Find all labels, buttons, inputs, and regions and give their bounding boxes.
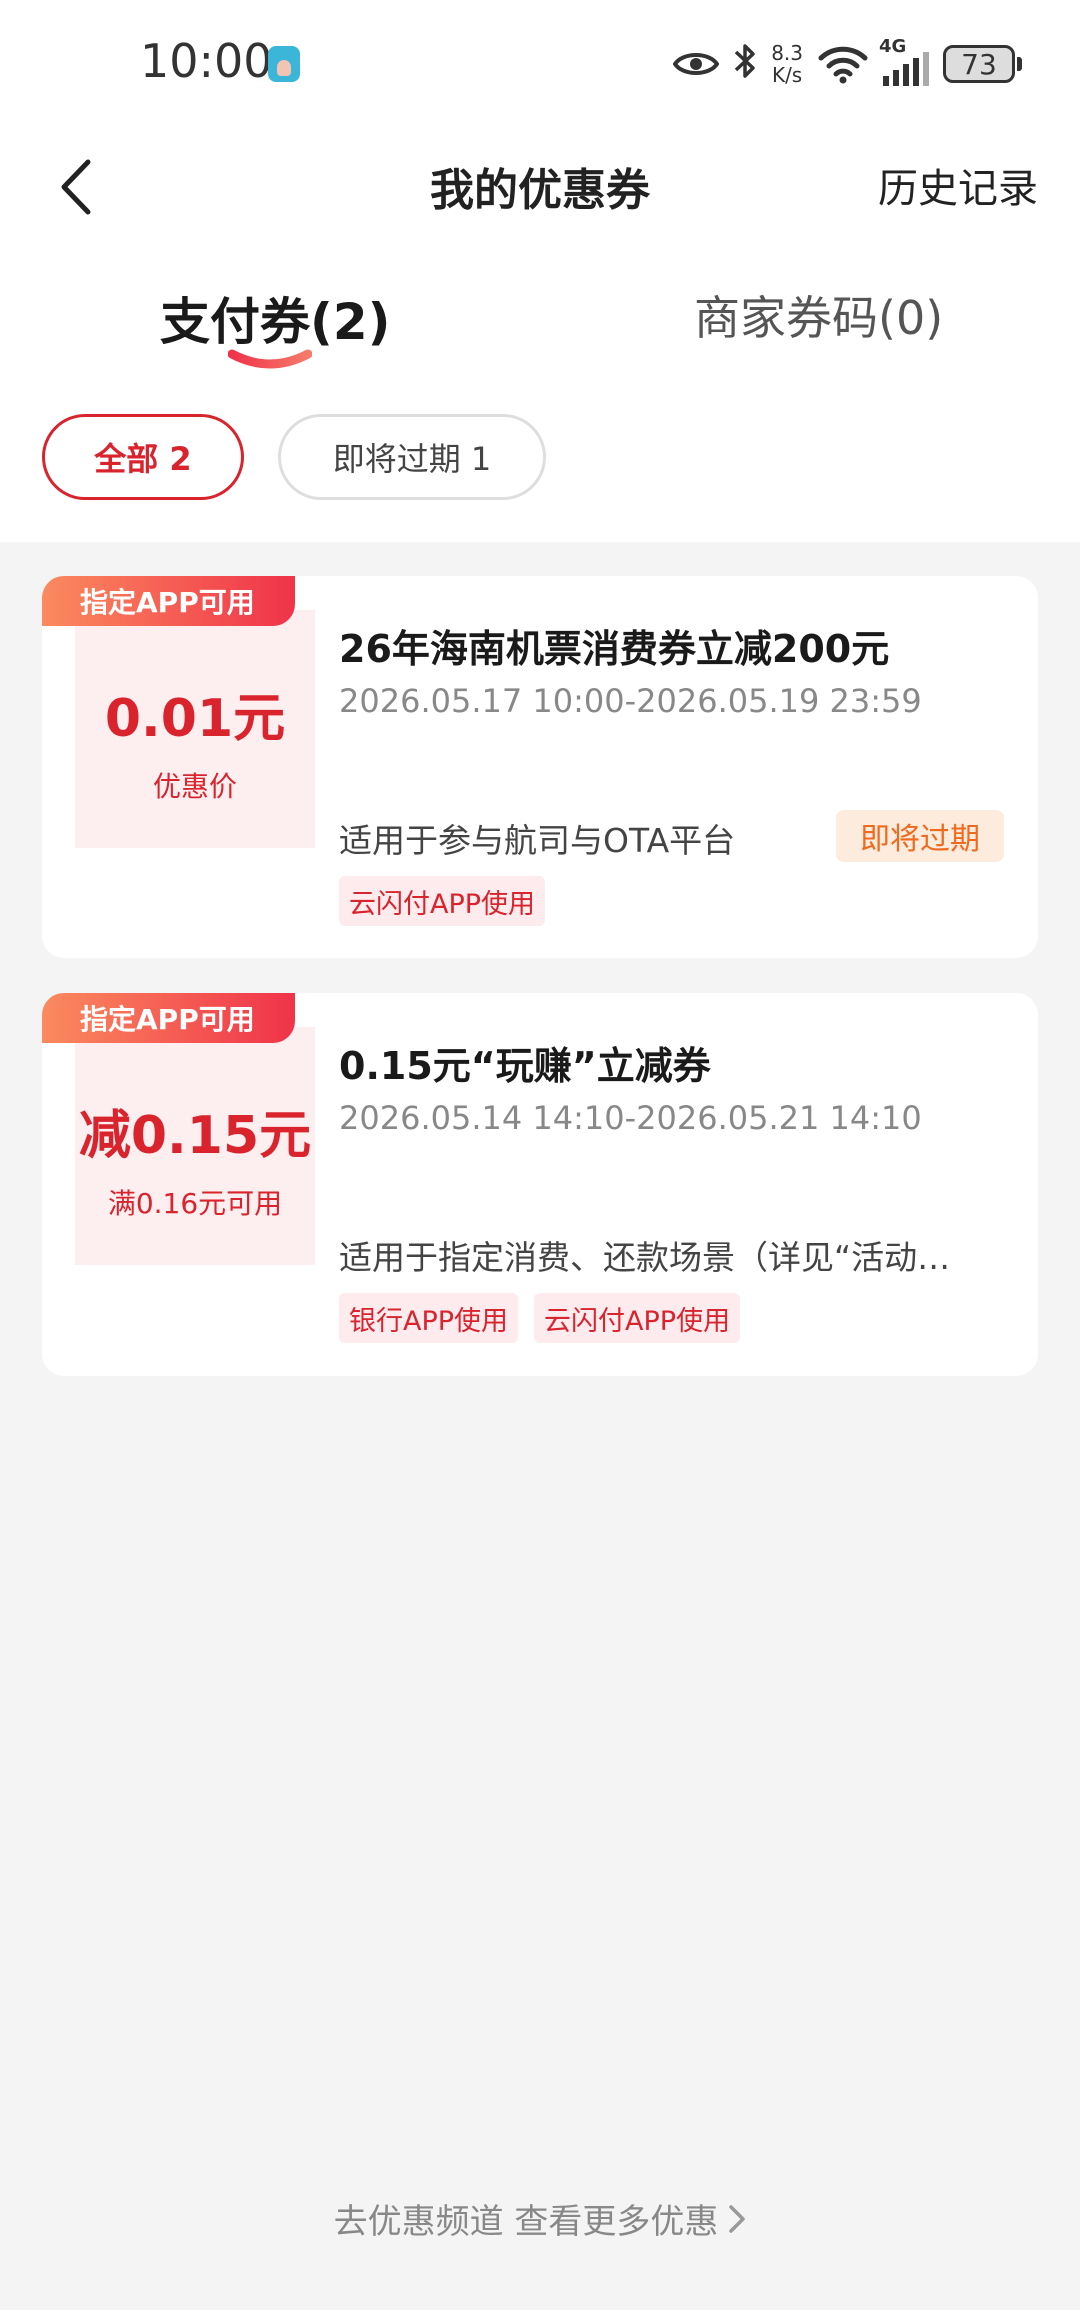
usage-tag: 云闪付APP使用	[534, 1293, 741, 1343]
coupon-card[interactable]: 减0.15元 满0.16元可用 指定APP可用 0.15元“玩赚”立减券 202…	[42, 993, 1038, 1376]
coupon-validity: 2026.05.14 14:10-2026.05.21 14:10	[339, 1099, 922, 1137]
coupon-tags: 银行APP使用 云闪付APP使用	[339, 1293, 741, 1343]
network-speed-value: 8.3	[771, 41, 803, 65]
app-notification-icon	[268, 46, 300, 82]
coupon-card[interactable]: 0.01元 优惠价 指定APP可用 26年海南机票消费券立减200元 2026.…	[42, 576, 1038, 958]
battery-icon: 73	[943, 45, 1022, 83]
filter-all-chip[interactable]: 全部 2	[42, 414, 244, 500]
coupon-price-panel: 0.01元 优惠价	[75, 610, 315, 848]
coupon-price-panel: 减0.15元 满0.16元可用	[75, 1027, 315, 1265]
top-nav-bar: 我的优惠券 历史记录	[0, 130, 1080, 240]
coupon-scope: 适用于指定消费、还款场景（详见“活动…	[339, 1238, 951, 1277]
filter-expiring-chip[interactable]: 即将过期 1	[278, 414, 546, 500]
network-speed-unit: K/s	[771, 63, 803, 87]
network-type: 4G	[879, 36, 907, 57]
coupon-title: 26年海南机票消费券立减200元	[339, 627, 890, 671]
coupon-validity: 2026.05.17 10:00-2026.05.19 23:59	[339, 682, 922, 720]
tab-payment-coupons[interactable]: 支付券(2)	[160, 282, 391, 354]
signal-icon: 4G	[879, 36, 929, 86]
coupon-type-tabs: 支付券(2) 商家券码(0)	[0, 240, 1080, 390]
coupon-price-note: 满0.16元可用	[107, 1186, 283, 1220]
app-only-badge: 指定APP可用	[42, 993, 295, 1043]
chevron-right-icon	[729, 2204, 746, 2233]
coupon-price-note: 优惠价	[152, 769, 237, 803]
status-time: 10:00	[140, 34, 273, 88]
usage-tag: 云闪付APP使用	[339, 876, 546, 926]
coupon-price: 减0.15元	[78, 1105, 312, 1166]
status-bar: 10:00 8.3 K/s 4G 73	[0, 0, 1080, 130]
coupon-scope: 适用于参与航司与OTA平台	[339, 821, 736, 860]
battery-level: 73	[943, 45, 1015, 83]
wifi-icon	[817, 44, 869, 84]
status-icons: 8.3 K/s 4G 73	[672, 36, 1022, 92]
more-offers-link[interactable]: 去优惠频道 查看更多优惠	[0, 2194, 1080, 2243]
network-speed: 8.3 K/s	[771, 42, 803, 86]
coupon-price: 0.01元	[104, 688, 286, 749]
more-offers-label: 去优惠频道 查看更多优惠	[333, 2202, 719, 2242]
history-records-link[interactable]: 历史记录	[878, 156, 1038, 214]
bluetooth-icon	[733, 42, 757, 86]
filter-bar: 全部 2 即将过期 1	[0, 390, 1080, 542]
active-tab-indicator	[228, 349, 312, 369]
coupon-tags: 云闪付APP使用	[339, 876, 546, 926]
tab-merchant-codes[interactable]: 商家券码(0)	[694, 282, 943, 348]
coupon-title: 0.15元“玩赚”立减券	[339, 1044, 711, 1088]
expiring-soon-badge: 即将过期	[836, 810, 1004, 862]
eye-icon	[672, 50, 720, 78]
usage-tag: 银行APP使用	[339, 1293, 519, 1343]
app-only-badge: 指定APP可用	[42, 576, 295, 626]
